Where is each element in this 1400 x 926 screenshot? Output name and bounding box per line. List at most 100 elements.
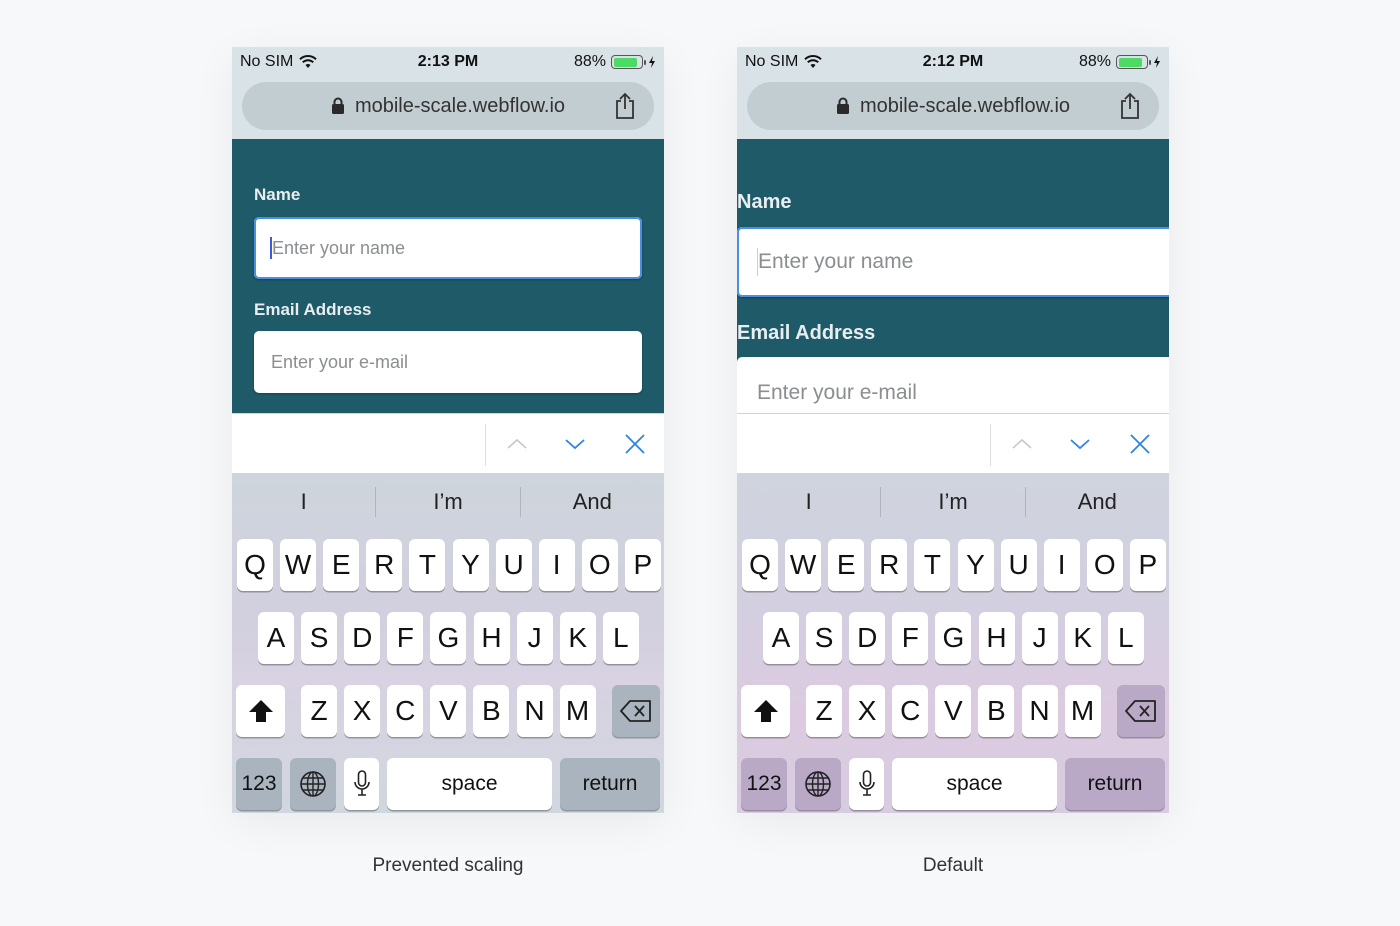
shift-icon [248, 700, 273, 722]
next-field-button[interactable] [560, 429, 590, 459]
previous-field-button[interactable] [502, 429, 532, 459]
name-input[interactable]: Enter your name [254, 217, 642, 279]
lock-icon [331, 97, 344, 114]
share-icon[interactable] [614, 92, 636, 120]
key-y[interactable]: Y [452, 539, 489, 591]
globe-key[interactable] [290, 758, 336, 810]
key-v[interactable]: V [935, 685, 972, 737]
key-g[interactable]: G [935, 612, 972, 664]
key-l[interactable]: L [602, 612, 639, 664]
delete-key[interactable] [612, 685, 660, 737]
backspace-icon [620, 700, 651, 722]
web-page: Name Enter your name Email Address Enter… [232, 139, 664, 413]
key-r[interactable]: R [871, 539, 908, 591]
space-key[interactable]: space [892, 758, 1057, 810]
key-f[interactable]: F [892, 612, 929, 664]
key-o[interactable]: O [581, 539, 618, 591]
key-e[interactable]: E [828, 539, 865, 591]
key-q[interactable]: Q [742, 539, 778, 591]
return-key[interactable]: return [560, 758, 660, 810]
key-w[interactable]: W [280, 539, 317, 591]
key-p[interactable]: P [1129, 539, 1166, 591]
name-input[interactable]: Enter your name [737, 227, 1169, 297]
key-x[interactable]: X [344, 685, 381, 737]
phone-screen: No SIM 2:13 PM 88% mobile-scale.webflow.… [232, 47, 664, 813]
key-c[interactable]: C [892, 685, 929, 737]
email-input[interactable]: Enter your e-mail [254, 331, 642, 393]
shift-key[interactable] [741, 685, 790, 737]
key-d[interactable]: D [849, 612, 886, 664]
globe-key[interactable] [795, 758, 841, 810]
key-i[interactable]: I [1043, 539, 1080, 591]
key-b[interactable]: B [473, 685, 510, 737]
key-a[interactable]: A [258, 612, 294, 664]
key-q[interactable]: Q [237, 539, 273, 591]
key-k[interactable]: K [559, 612, 596, 664]
suggestion[interactable]: I [232, 489, 375, 515]
key-w[interactable]: W [785, 539, 822, 591]
dictation-key[interactable] [849, 758, 884, 810]
email-label: Email Address [737, 322, 876, 344]
suggestion[interactable]: And [521, 489, 664, 515]
address-bar[interactable]: mobile-scale.webflow.io [242, 82, 654, 130]
key-j[interactable]: J [516, 612, 553, 664]
chevron-down-icon [565, 439, 585, 450]
key-a[interactable]: A [763, 612, 799, 664]
previous-field-button[interactable] [1007, 429, 1037, 459]
browser-chrome: No SIM 2:12 PM 88% mobile-scale.webflow.… [737, 47, 1169, 139]
key-z[interactable]: Z [301, 685, 337, 737]
suggestion[interactable]: I [737, 489, 880, 515]
suggestion[interactable]: And [1026, 489, 1169, 515]
numbers-key[interactable]: 123 [741, 758, 787, 810]
divider [990, 424, 991, 466]
chevron-down-icon [1070, 439, 1090, 450]
key-r[interactable]: R [366, 539, 403, 591]
return-key[interactable]: return [1065, 758, 1165, 810]
key-m[interactable]: M [559, 685, 596, 737]
key-s[interactable]: S [806, 612, 843, 664]
email-label: Email Address [254, 300, 372, 319]
key-i[interactable]: I [538, 539, 575, 591]
key-d[interactable]: D [344, 612, 381, 664]
key-k[interactable]: K [1064, 612, 1101, 664]
key-s[interactable]: S [301, 612, 338, 664]
done-button[interactable] [620, 429, 650, 459]
dictation-key[interactable] [344, 758, 379, 810]
suggestion[interactable]: I’m [376, 489, 519, 515]
suggestion[interactable]: I’m [881, 489, 1024, 515]
delete-key[interactable] [1117, 685, 1165, 737]
key-n[interactable]: N [516, 685, 553, 737]
url-text: mobile-scale.webflow.io [354, 94, 566, 117]
key-y[interactable]: Y [957, 539, 994, 591]
key-t[interactable]: T [914, 539, 951, 591]
key-h[interactable]: H [473, 612, 510, 664]
numbers-key[interactable]: 123 [236, 758, 282, 810]
share-icon[interactable] [1119, 92, 1141, 120]
key-h[interactable]: H [978, 612, 1015, 664]
key-e[interactable]: E [323, 539, 360, 591]
key-g[interactable]: G [430, 612, 467, 664]
key-u[interactable]: U [495, 539, 532, 591]
key-p[interactable]: P [624, 539, 661, 591]
key-b[interactable]: B [978, 685, 1015, 737]
shift-key[interactable] [236, 685, 285, 737]
key-t[interactable]: T [409, 539, 446, 591]
email-input[interactable]: Enter your e-mail [737, 357, 1169, 413]
key-u[interactable]: U [1000, 539, 1037, 591]
key-x[interactable]: X [849, 685, 886, 737]
address-bar[interactable]: mobile-scale.webflow.io [747, 82, 1159, 130]
next-field-button[interactable] [1065, 429, 1095, 459]
key-n[interactable]: N [1021, 685, 1058, 737]
key-c[interactable]: C [387, 685, 424, 737]
predictive-bar: I I’m And [737, 473, 1169, 531]
key-j[interactable]: J [1021, 612, 1058, 664]
key-o[interactable]: O [1086, 539, 1123, 591]
key-m[interactable]: M [1064, 685, 1101, 737]
done-button[interactable] [1125, 429, 1155, 459]
chevron-up-icon [1012, 438, 1032, 449]
key-f[interactable]: F [387, 612, 424, 664]
key-l[interactable]: L [1107, 612, 1144, 664]
key-z[interactable]: Z [806, 685, 842, 737]
key-v[interactable]: V [430, 685, 467, 737]
space-key[interactable]: space [387, 758, 552, 810]
